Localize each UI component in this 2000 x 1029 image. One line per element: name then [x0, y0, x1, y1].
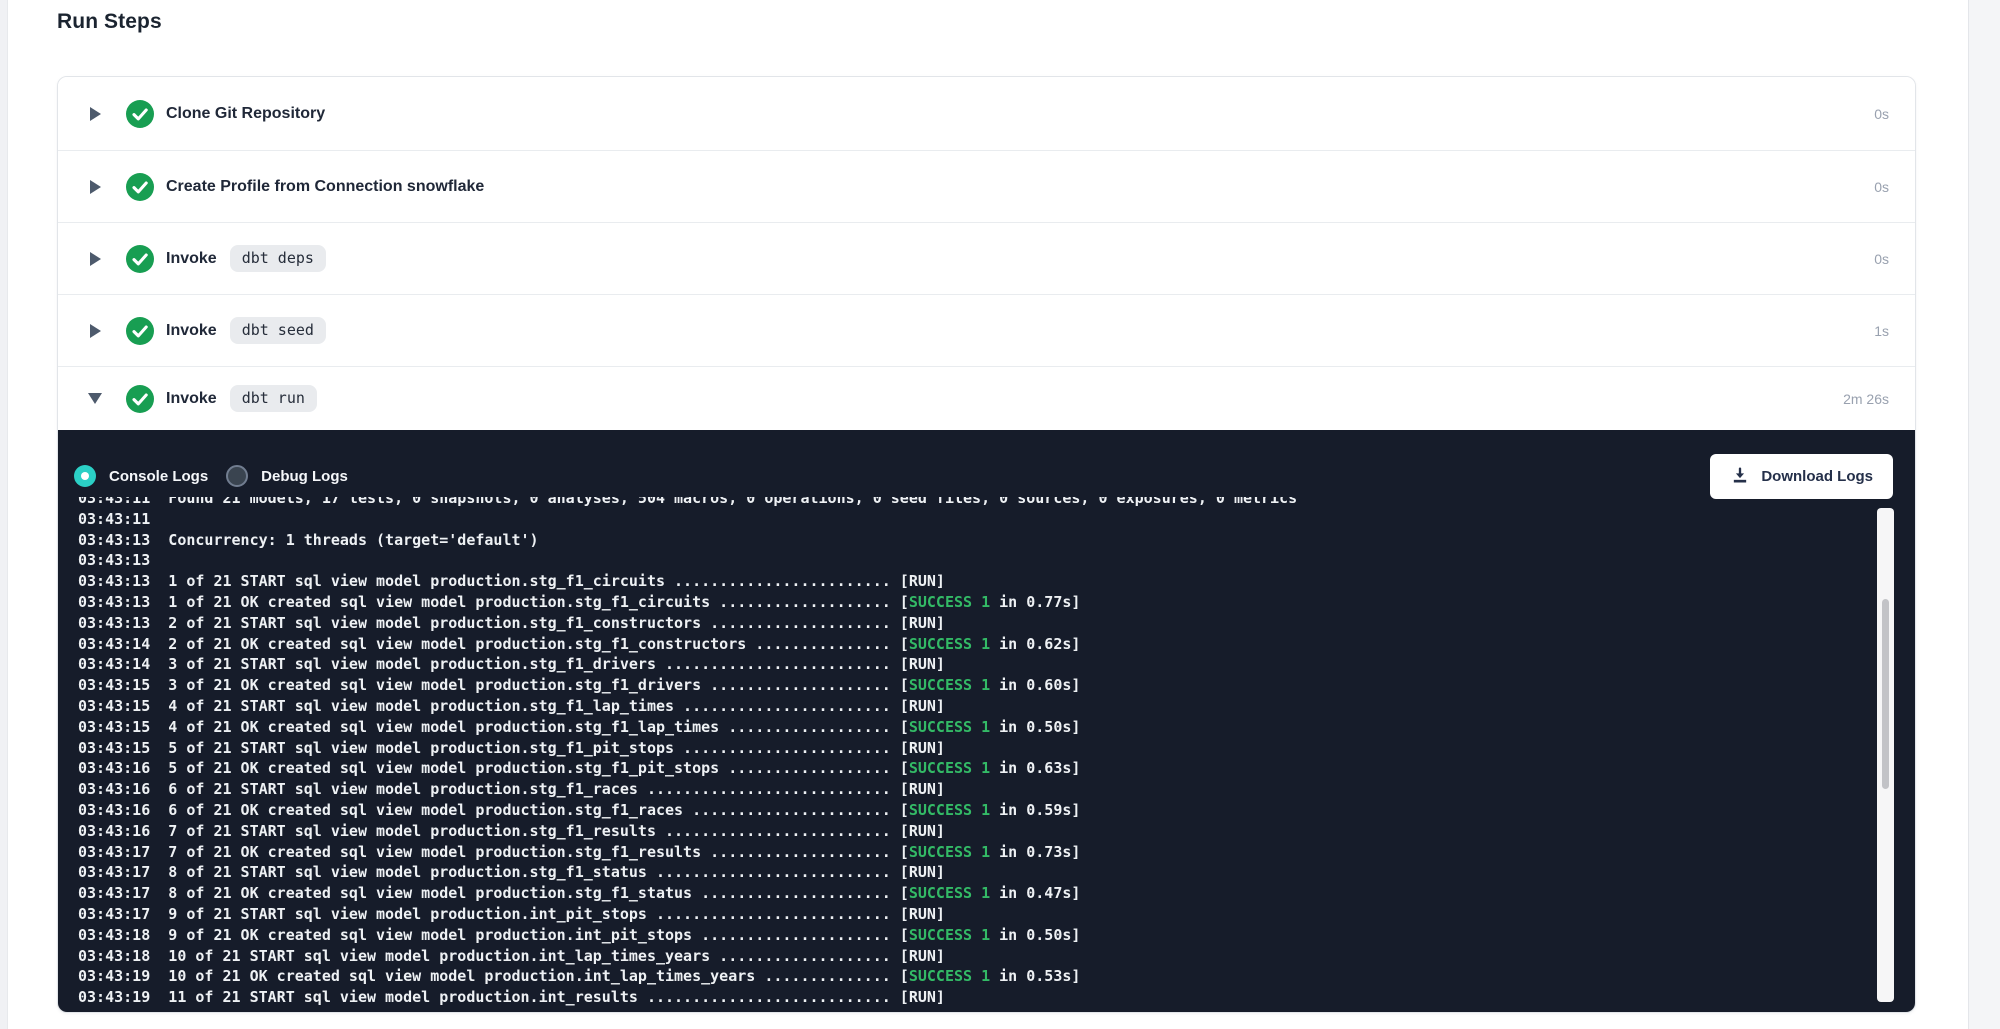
step-label: Create Profile from Connection snowflake	[166, 178, 484, 196]
page-title: Run Steps	[57, 10, 162, 34]
log-line: 03:43:15 4 of 21 OK created sql view mod…	[78, 717, 1915, 738]
log-line: 03:43:17 7 of 21 OK created sql view mod…	[78, 842, 1915, 863]
log-line: 03:43:16 5 of 21 OK created sql view mod…	[78, 758, 1915, 779]
log-line: 03:43:14 3 of 21 START sql view model pr…	[78, 654, 1915, 675]
log-line: 03:43:13 1 of 21 OK created sql view mod…	[78, 592, 1915, 613]
success-status: SUCCESS 1	[909, 759, 990, 777]
run-steps-page: Run Steps Clone Git Repository0sCreate P…	[0, 0, 2000, 1029]
log-line: 03:43:13 Concurrency: 1 threads (target=…	[78, 530, 1915, 551]
run-steps-card: Clone Git Repository0sCreate Profile fro…	[57, 76, 1916, 1013]
success-check-icon	[126, 245, 154, 273]
left-gutter	[0, 0, 8, 1029]
log-line: 03:43:14 2 of 21 OK created sql view mod…	[78, 634, 1915, 655]
step-row-invoke-dbt-seed[interactable]: Invoke dbt seed 1s	[58, 294, 1915, 366]
console-logs-radio[interactable]: Console Logs	[74, 465, 208, 487]
success-status: SUCCESS 1	[909, 801, 990, 819]
debug-logs-radio[interactable]: Debug Logs	[226, 465, 348, 487]
success-check-icon	[126, 317, 154, 345]
log-line: 03:43:17 8 of 21 OK created sql view mod…	[78, 883, 1915, 904]
log-line: 03:43:13	[78, 550, 1915, 571]
success-status: SUCCESS 1	[909, 884, 990, 902]
log-line: 03:43:16 6 of 21 OK created sql view mod…	[78, 800, 1915, 821]
step-command-chip: dbt seed	[230, 317, 326, 344]
step-label: Clone Git Repository	[166, 105, 325, 123]
console-log-output[interactable]: 03:43:11 Found 21 models, 17 tests, 0 sn…	[58, 497, 1915, 1012]
console-logs-radio-circle[interactable]	[74, 465, 96, 487]
step-label: Invoke	[166, 250, 217, 268]
log-lines: 03:43:11 Found 21 models, 17 tests, 0 sn…	[78, 497, 1915, 1008]
step-command-chip: dbt deps	[230, 245, 326, 272]
step-command-chip: dbt run	[230, 385, 317, 412]
download-icon	[1730, 466, 1750, 486]
log-line: 03:43:13 1 of 21 START sql view model pr…	[78, 571, 1915, 592]
log-type-radio-group: Console Logs Debug Logs	[74, 465, 348, 487]
step-label: Invoke	[166, 390, 217, 408]
chevron-right-icon[interactable]	[89, 324, 101, 338]
step-row-create-profile-from-connection-snowflake[interactable]: Create Profile from Connection snowflake…	[58, 150, 1915, 222]
log-line: 03:43:17 8 of 21 START sql view model pr…	[78, 862, 1915, 883]
success-status: SUCCESS 1	[909, 635, 990, 653]
success-check-icon	[126, 385, 154, 413]
log-line: 03:43:11	[78, 509, 1915, 530]
log-line: 03:43:17 9 of 21 START sql view model pr…	[78, 904, 1915, 925]
step-label: Invoke	[166, 322, 217, 340]
success-status: SUCCESS 1	[909, 593, 990, 611]
log-line: 03:43:18 10 of 21 START sql view model p…	[78, 946, 1915, 967]
log-line: 03:43:18 9 of 21 OK created sql view mod…	[78, 925, 1915, 946]
chevron-down-icon[interactable]	[89, 393, 101, 404]
success-status: SUCCESS 1	[909, 967, 990, 985]
log-line: 03:43:16 6 of 21 START sql view model pr…	[78, 779, 1915, 800]
step-duration: 1s	[1874, 323, 1889, 339]
console-scrollbar[interactable]	[1877, 508, 1894, 1002]
success-status: SUCCESS 1	[909, 926, 990, 944]
chevron-right-icon[interactable]	[89, 252, 101, 266]
console-panel: Console Logs Debug Logs Download Logs 03:…	[58, 430, 1915, 1012]
log-line: 03:43:15 5 of 21 START sql view model pr…	[78, 738, 1915, 759]
step-duration: 0s	[1874, 179, 1889, 195]
radio-label: Console Logs	[109, 468, 208, 485]
step-row-invoke-dbt-deps[interactable]: Invoke dbt deps 0s	[58, 222, 1915, 294]
step-list: Clone Git Repository0sCreate Profile fro…	[58, 77, 1915, 430]
success-status: SUCCESS 1	[909, 843, 990, 861]
step-row-clone-git-repository[interactable]: Clone Git Repository 0s	[58, 77, 1915, 150]
log-line: 03:43:19 11 of 21 START sql view model p…	[78, 987, 1915, 1008]
log-line: 03:43:16 7 of 21 START sql view model pr…	[78, 821, 1915, 842]
log-line: 03:43:15 4 of 21 START sql view model pr…	[78, 696, 1915, 717]
log-line: 03:43:19 10 of 21 OK created sql view mo…	[78, 966, 1915, 987]
console-scrollbar-thumb[interactable]	[1882, 599, 1889, 789]
step-row-invoke-dbt-run[interactable]: Invoke dbt run 2m 26s	[58, 366, 1915, 430]
log-line: 03:43:15 3 of 21 OK created sql view mod…	[78, 675, 1915, 696]
debug-logs-radio-circle[interactable]	[226, 465, 248, 487]
chevron-right-icon[interactable]	[89, 107, 101, 121]
success-check-icon	[126, 173, 154, 201]
success-check-icon	[126, 100, 154, 128]
chevron-right-icon[interactable]	[89, 180, 101, 194]
step-duration: 2m 26s	[1843, 391, 1889, 407]
download-logs-button[interactable]: Download Logs	[1710, 454, 1893, 499]
step-duration: 0s	[1874, 251, 1889, 267]
log-line: 03:43:13 2 of 21 START sql view model pr…	[78, 613, 1915, 634]
radio-label: Debug Logs	[261, 468, 348, 485]
step-duration: 0s	[1874, 106, 1889, 122]
log-line: 03:43:11 Found 21 models, 17 tests, 0 sn…	[78, 497, 1915, 509]
right-gutter	[1968, 0, 2000, 1029]
download-logs-label: Download Logs	[1761, 468, 1873, 485]
success-status: SUCCESS 1	[909, 718, 990, 736]
success-status: SUCCESS 1	[909, 676, 990, 694]
